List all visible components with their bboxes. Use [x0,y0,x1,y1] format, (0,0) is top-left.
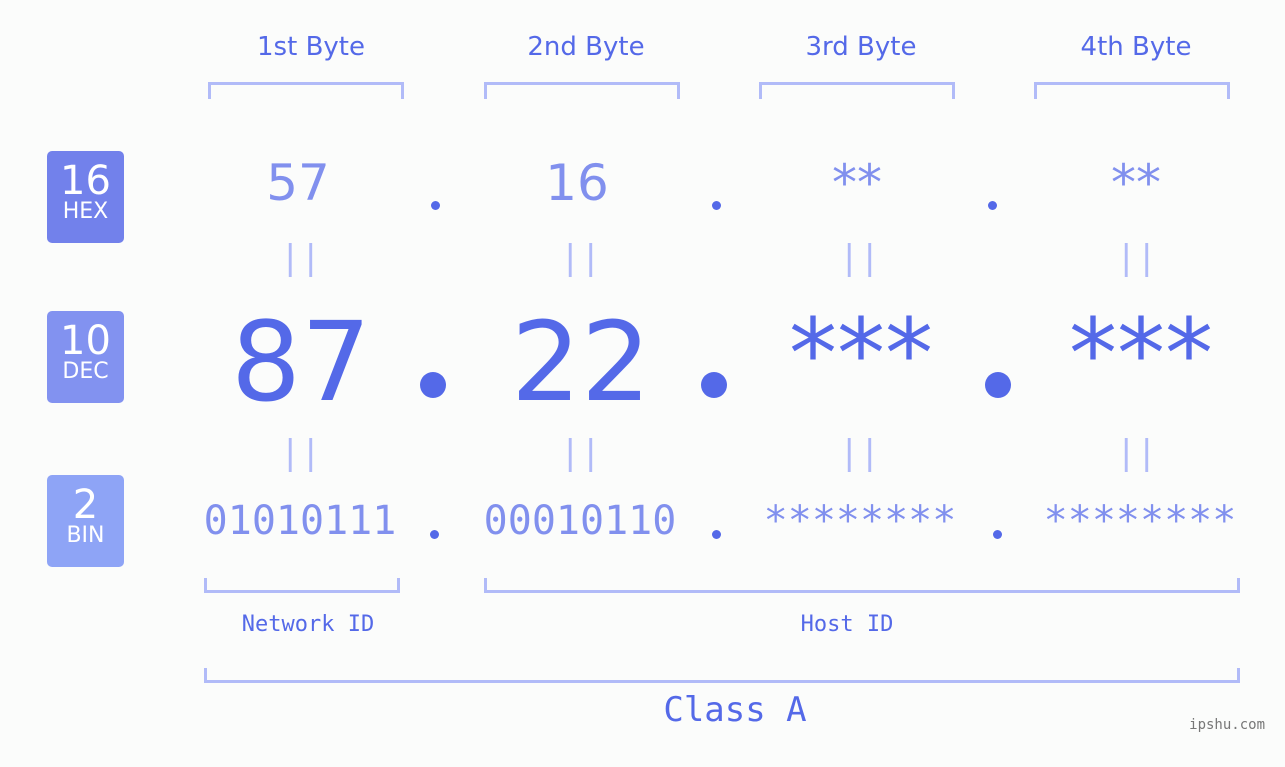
dec-value-3: *** [789,298,933,410]
bin-value-3: ******** [763,498,957,544]
hex-dot-separator [712,201,721,210]
watermark: ipshu.com [1189,717,1265,733]
network-id-label: Network ID [241,612,375,637]
dec-badge-base: 10 [60,318,111,364]
hex-badge: 16 HEX [47,151,124,243]
dec-value-1: 87 [231,298,371,426]
equals-icon: || [1116,433,1157,473]
hex-dot-separator [988,201,997,210]
equals-icon: || [280,238,321,278]
hex-value-3: ** [832,154,882,212]
dec-badge-label: DEC [62,359,109,384]
hex-badge-base: 16 [60,158,111,204]
hex-value-4: ** [1111,154,1161,212]
equals-icon: || [839,433,880,473]
byte-bracket-2 [484,82,680,99]
dec-value-2: 22 [511,298,651,426]
host-id-bracket [484,578,1240,593]
equals-icon: || [560,238,601,278]
bin-badge: 2 BIN [47,475,124,567]
equals-icon: || [839,238,880,278]
network-id-bracket [204,578,400,593]
byte-header-1: 1st Byte [257,32,365,62]
bin-dot-separator [430,530,439,539]
byte-header-4: 4th Byte [1080,32,1192,62]
dec-dot-separator [701,372,727,398]
bin-value-1: 01010111 [203,498,397,544]
byte-header-3: 3rd Byte [805,32,917,62]
hex-value-1: 57 [266,154,330,212]
equals-icon: || [280,433,321,473]
byte-bracket-1 [208,82,404,99]
byte-header-2: 2nd Byte [527,32,645,62]
bin-badge-label: BIN [66,523,105,548]
host-id-label: Host ID [800,612,894,637]
dec-badge: 10 DEC [47,311,124,403]
equals-icon: || [1116,238,1157,278]
bin-dot-separator [993,530,1002,539]
bin-dot-separator [712,530,721,539]
class-label: Class A [663,690,807,730]
byte-bracket-3 [759,82,955,99]
dec-value-4: *** [1069,298,1213,410]
byte-bracket-4 [1034,82,1230,99]
bin-value-2: 00010110 [483,498,677,544]
dec-dot-separator [420,372,446,398]
bin-value-4: ******** [1043,498,1237,544]
equals-icon: || [560,433,601,473]
dec-dot-separator [985,372,1011,398]
bin-badge-base: 2 [72,482,99,528]
hex-dot-separator [431,201,440,210]
hex-badge-label: HEX [62,199,109,224]
hex-value-2: 16 [545,154,609,212]
class-bracket [204,668,1240,683]
